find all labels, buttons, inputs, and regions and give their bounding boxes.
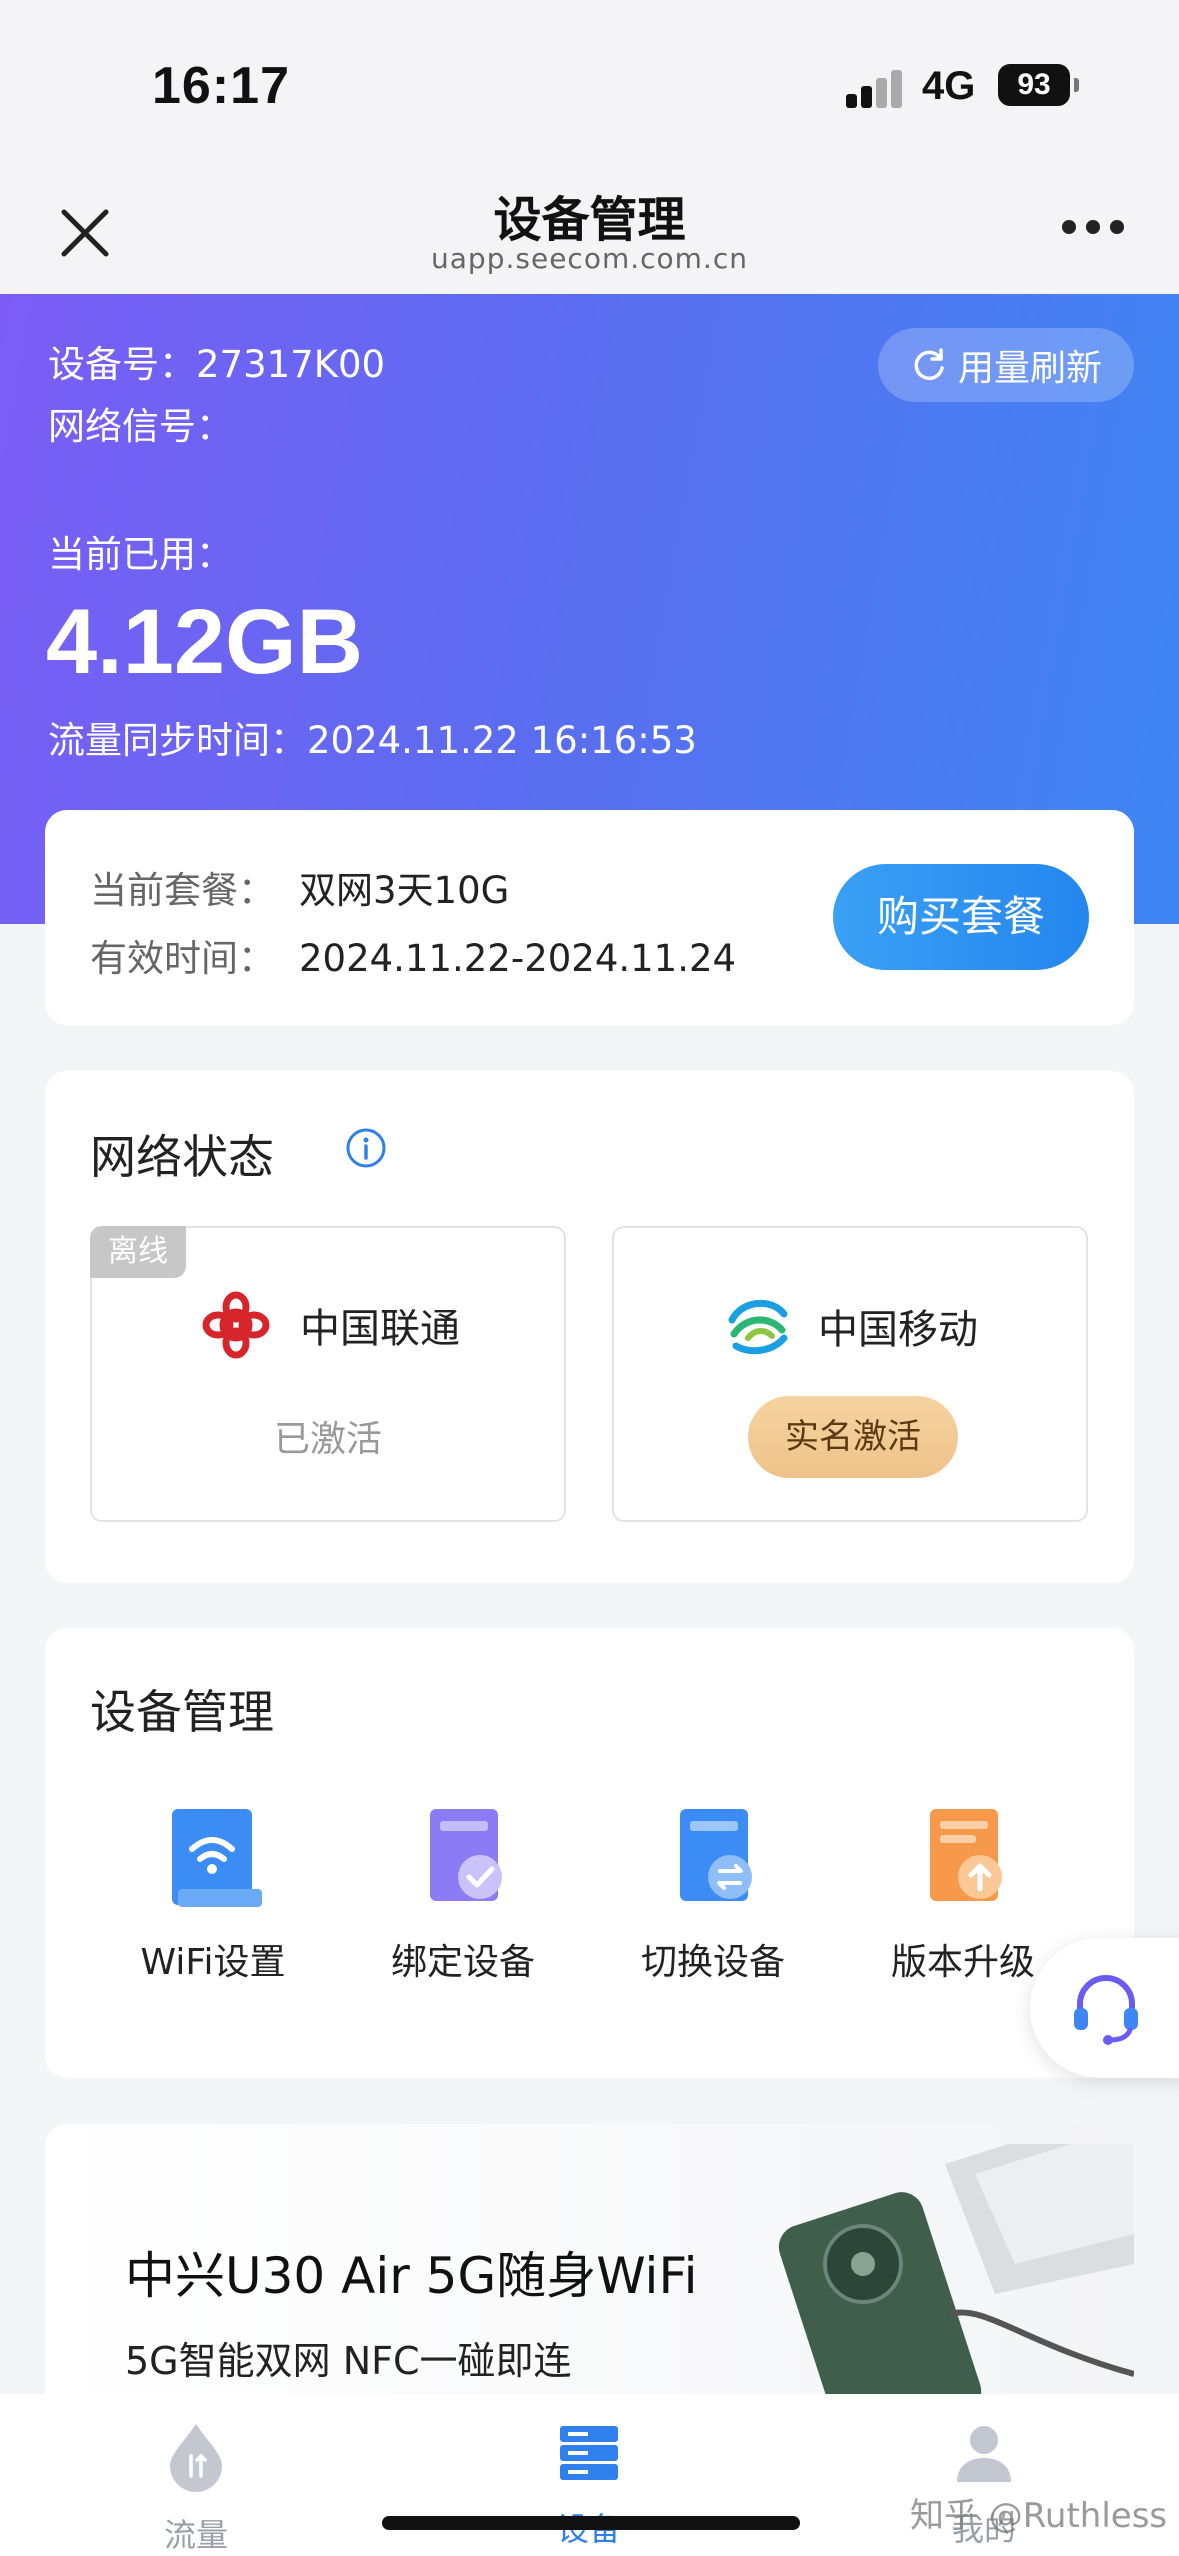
- valid-value: 2024.11.22-2024.11.24: [299, 937, 737, 980]
- china-unicom-logo-icon: [202, 1291, 270, 1359]
- network-status-title: 网络状态: [90, 1130, 274, 1184]
- headset-icon: [1074, 1975, 1138, 2045]
- info-icon[interactable]: [345, 1127, 387, 1169]
- carrier-card-unicom[interactable]: 离线 中国联通 已激活: [90, 1226, 566, 1522]
- switch-device-icon: [680, 1809, 752, 1901]
- promo-banner[interactable]: 中兴U30 Air 5G随身WiFi 5G智能双网 NFC一碰即连: [45, 2124, 1134, 2394]
- tab-label: 流量: [163, 2516, 228, 2554]
- server-device-icon: [560, 2426, 618, 2480]
- more-icon[interactable]: [1062, 220, 1124, 240]
- battery-icon: 93: [998, 64, 1070, 106]
- carrier-header: 中国移动: [614, 1290, 1086, 1362]
- tab-traffic[interactable]: 流量: [96, 2420, 296, 2556]
- nav-header: 设备管理 uapp.seecom.com.cn: [0, 170, 1179, 294]
- valid-row: 有效时间： 2024.11.22-2024.11.24: [90, 928, 736, 982]
- package-value: 双网3天10G: [299, 869, 510, 912]
- carrier-header: 中国联通: [92, 1290, 564, 1360]
- upgrade-icon: [930, 1809, 1002, 1901]
- china-mobile-logo-icon: [728, 1299, 788, 1355]
- page-title: 设备管理: [493, 192, 686, 248]
- device-management-card: 设备管理 WiFi设置 绑定设备 切换设备 版本升级: [45, 1628, 1134, 2078]
- version-upgrade-button[interactable]: 版本升级: [843, 1803, 1083, 1985]
- tool-label: WiFi设置: [140, 1942, 286, 1983]
- status-time: 16:17: [152, 57, 290, 115]
- network-status-card: 网络状态 离线 中国联通 已激活 中国移动 实名激活: [45, 1071, 1134, 1583]
- package-label: 当前套餐：: [90, 869, 275, 912]
- portable-wifi-device-image: [778, 2144, 1134, 2394]
- droplet-icon: [170, 2424, 222, 2492]
- device-management-title: 设备管理: [90, 1685, 274, 1739]
- tool-label: 切换设备: [640, 1942, 785, 1983]
- buy-package-button[interactable]: 购买套餐: [833, 864, 1089, 970]
- realname-activate-button[interactable]: 实名激活: [748, 1396, 958, 1478]
- device-id-label: 设备号：: [48, 343, 196, 386]
- customer-service-button[interactable]: [1030, 1938, 1179, 2078]
- signal-icon: [846, 68, 906, 108]
- device-id-value: 27317K00: [196, 343, 386, 386]
- sync-time: 2024.11.22 16:16:53: [307, 719, 697, 762]
- network-type: 4G: [922, 64, 976, 108]
- user-icon: [957, 2426, 1011, 2482]
- sync-time-row: 流量同步时间：2024.11.22 16:16:53: [48, 710, 697, 764]
- carrier-card-mobile[interactable]: 中国移动 实名激活: [612, 1226, 1088, 1522]
- carrier-name: 中国移动: [818, 1307, 978, 1353]
- sync-label: 流量同步时间：: [48, 719, 307, 762]
- used-label: 当前已用：: [48, 533, 233, 576]
- wifi-settings-button[interactable]: WiFi设置: [93, 1803, 333, 1985]
- refresh-icon: [914, 348, 944, 381]
- refresh-usage-button[interactable]: 用量刷新: [878, 328, 1134, 402]
- plan-card: 当前套餐： 双网3天10G 有效时间： 2024.11.22-2024.11.24 …: [45, 810, 1134, 1025]
- used-value: 4.12GB: [46, 591, 364, 693]
- page-url: uapp.seecom.com.cn: [431, 242, 748, 275]
- refresh-label: 用量刷新: [957, 348, 1102, 389]
- status-bar: 16:17 4G 93: [0, 0, 1179, 170]
- tab-device[interactable]: 设备: [489, 2420, 689, 2550]
- package-row: 当前套餐： 双网3天10G: [90, 860, 509, 914]
- bind-device-icon: [430, 1809, 502, 1901]
- battery-tip: [1074, 78, 1079, 92]
- tool-label: 绑定设备: [390, 1942, 535, 1983]
- switch-device-button[interactable]: 切换设备: [593, 1803, 833, 1985]
- bind-device-button[interactable]: 绑定设备: [343, 1803, 583, 1985]
- activation-status: 已激活: [273, 1419, 382, 1460]
- valid-label: 有效时间：: [90, 937, 275, 980]
- offline-badge: 离线: [90, 1226, 186, 1278]
- wifi-icon: [172, 1809, 262, 1907]
- watermark: 知乎 @Ruthless: [910, 2496, 1168, 2536]
- promo-title: 中兴U30 Air 5G随身WiFi: [125, 2247, 698, 2305]
- device-id-row: 设备号：27317K00: [48, 334, 385, 388]
- promo-subtitle: 5G智能双网 NFC一碰即连: [125, 2339, 572, 2383]
- signal-label: 网络信号：: [48, 405, 233, 448]
- home-indicator: [382, 2516, 800, 2530]
- carrier-name: 中国联通: [300, 1306, 460, 1352]
